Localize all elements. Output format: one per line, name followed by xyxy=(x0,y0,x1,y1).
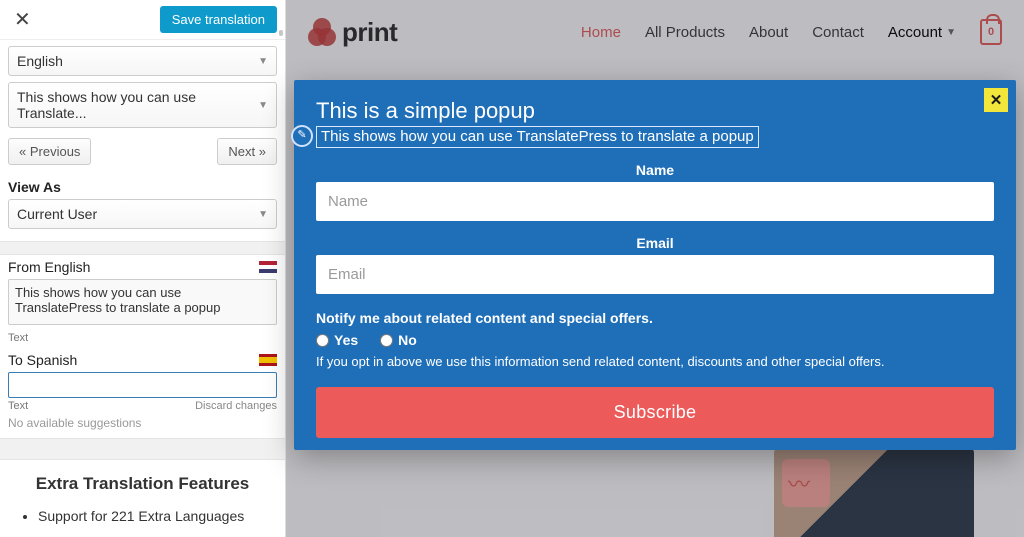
subscribe-button[interactable]: Subscribe xyxy=(316,387,994,438)
language-select[interactable]: English ▼ xyxy=(8,46,277,76)
divider xyxy=(0,241,285,255)
language-select-value: English xyxy=(17,53,63,69)
from-text[interactable]: This shows how you can use TranslatePres… xyxy=(8,279,277,325)
popup-subtitle-selected[interactable]: ✎ This shows how you can use TranslatePr… xyxy=(316,126,759,148)
chevron-down-icon: ▼ xyxy=(258,100,268,111)
string-select[interactable]: This shows how you can use Translate... … xyxy=(8,82,277,128)
notify-no-radio[interactable] xyxy=(380,334,393,347)
from-type-label: Text xyxy=(8,332,28,344)
email-input[interactable] xyxy=(316,255,994,294)
discard-changes-link[interactable]: Discard changes xyxy=(195,400,277,412)
preview-pane: print Home All Products About Contact Ac… xyxy=(286,0,1024,537)
extra-heading: Extra Translation Features xyxy=(16,474,269,494)
save-button[interactable]: Save translation xyxy=(160,6,277,33)
popup-fineprint: If you opt in above we use this informat… xyxy=(316,354,994,369)
flag-us-icon xyxy=(259,261,277,273)
scrollbar-indicator[interactable] xyxy=(279,30,283,36)
flag-es-icon xyxy=(259,354,277,366)
edit-pencil-icon[interactable]: ✎ xyxy=(291,125,313,147)
from-language-label: From English xyxy=(8,259,90,275)
to-text-input[interactable] xyxy=(8,372,277,398)
name-input[interactable] xyxy=(316,182,994,221)
view-as-label: View As xyxy=(0,175,285,197)
translate-sidebar: ✕ Save translation English ▼ This shows … xyxy=(0,0,286,537)
divider xyxy=(0,438,285,460)
popup-title: This is a simple popup xyxy=(316,98,994,124)
notify-yes-option[interactable]: Yes xyxy=(316,332,358,348)
extra-feature-item: Support for 221 Extra Languages xyxy=(38,508,269,524)
name-label: Name xyxy=(316,162,994,178)
email-label: Email xyxy=(316,235,994,251)
app-root: ✕ Save translation English ▼ This shows … xyxy=(0,0,1024,537)
chevron-down-icon: ▼ xyxy=(258,209,268,220)
notify-yes-radio[interactable] xyxy=(316,334,329,347)
popup: ✕ This is a simple popup ✎ This shows ho… xyxy=(294,80,1016,450)
close-icon[interactable]: ✕ xyxy=(8,7,37,32)
popup-close-button[interactable]: ✕ xyxy=(984,88,1008,112)
to-type-label: Text xyxy=(8,400,28,412)
view-as-value: Current User xyxy=(17,206,97,222)
chevron-down-icon: ▼ xyxy=(258,56,268,67)
notify-no-option[interactable]: No xyxy=(380,332,417,348)
notify-heading: Notify me about related content and spec… xyxy=(316,310,994,326)
next-button[interactable]: Next » xyxy=(217,138,277,165)
suggestions-text: No available suggestions xyxy=(0,414,285,438)
view-as-select[interactable]: Current User ▼ xyxy=(8,199,277,229)
to-language-label: To Spanish xyxy=(8,352,77,368)
string-select-value: This shows how you can use Translate... xyxy=(17,89,258,121)
previous-button[interactable]: « Previous xyxy=(8,138,91,165)
